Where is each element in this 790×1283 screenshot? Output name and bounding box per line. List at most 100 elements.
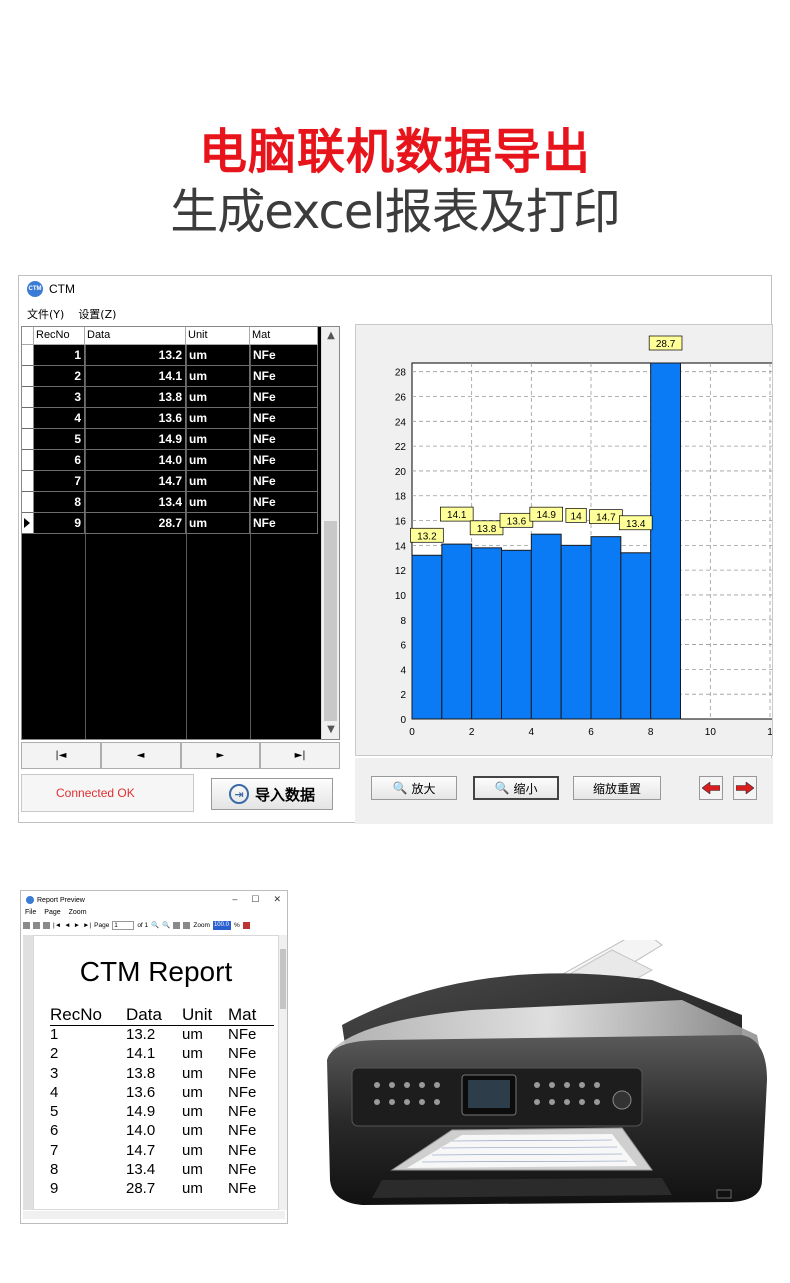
cell-unit[interactable]: um [186, 387, 250, 408]
cell-mat[interactable]: NFe [250, 513, 318, 534]
close-icon[interactable]: ✕ [273, 894, 281, 905]
cell-unit[interactable]: um [186, 366, 250, 387]
cell-mat[interactable]: NFe [250, 408, 318, 429]
zoom-out-button[interactable]: 🔍 缩小 [473, 776, 559, 800]
bar [471, 547, 502, 720]
table-row[interactable]: 9 28.7 um NFe [22, 513, 318, 534]
cell-recno[interactable]: 1 [34, 345, 85, 366]
cell-mat[interactable]: NFe [250, 345, 318, 366]
row-indicator[interactable] [22, 429, 34, 450]
cell-mat[interactable]: NFe [250, 387, 318, 408]
row-indicator[interactable] [22, 408, 34, 429]
cell-unit[interactable]: um [186, 429, 250, 450]
zoom-input[interactable]: 100.0 [212, 920, 231, 930]
table-row[interactable]: 7 14.7 um NFe [22, 471, 318, 492]
first-record-button[interactable]: |◄ [21, 742, 101, 769]
scroll-down-icon[interactable]: ▼ [322, 721, 339, 739]
fit-page-icon[interactable] [183, 921, 191, 929]
cell-recno[interactable]: 9 [34, 513, 85, 534]
bar [441, 543, 473, 720]
table-row[interactable]: 6 14.0 um NFe [22, 450, 318, 471]
nav-first-icon[interactable]: |◄ [53, 922, 61, 929]
report-menu-page[interactable]: Page [44, 909, 60, 916]
row-indicator[interactable] [22, 492, 34, 513]
cell-mat[interactable]: NFe [250, 429, 318, 450]
cell-data[interactable]: 14.9 [85, 429, 186, 450]
row-indicator[interactable] [22, 450, 34, 471]
cell-data[interactable]: 13.6 [85, 408, 186, 429]
cell-data[interactable]: 13.4 [85, 492, 186, 513]
report-vscroll[interactable] [279, 935, 287, 1210]
report-hscroll[interactable] [23, 1211, 285, 1219]
cell-recno[interactable]: 2 [34, 366, 85, 387]
cell-data[interactable]: 13.2 [85, 345, 186, 366]
report-menu-zoom[interactable]: Zoom [69, 909, 87, 916]
zoom-in-small-icon[interactable]: 🔍 [151, 921, 159, 929]
import-data-button[interactable]: ⇥ 导入数据 [211, 778, 333, 810]
cell-unit[interactable]: um [186, 471, 250, 492]
cell-data[interactable]: 13.8 [85, 387, 186, 408]
print-icon[interactable] [43, 921, 50, 929]
nav-prev-icon[interactable]: ◄ [64, 922, 70, 929]
next-record-button[interactable]: ► [180, 742, 261, 769]
table-row[interactable]: 5 14.9 um NFe [22, 429, 318, 450]
data-grid[interactable]: RecNo Data Unit Mat 1 13.2 um NFe 2 14.1 um NFe… [21, 326, 340, 740]
zoom-out-small-icon[interactable]: 🔍 [162, 921, 170, 929]
row-indicator[interactable] [22, 345, 34, 366]
table-row[interactable]: 8 13.4 um NFe [22, 492, 318, 513]
cell-mat[interactable]: NFe [250, 492, 318, 513]
nav-last-icon[interactable]: ►| [83, 922, 91, 929]
cell-recno[interactable]: 7 [34, 471, 85, 492]
cell-unit[interactable]: um [186, 492, 250, 513]
zoom-in-button[interactable]: 🔍 放大 [371, 776, 457, 800]
cell-recno[interactable]: 5 [34, 429, 85, 450]
open-icon[interactable] [23, 921, 30, 929]
scroll-up-icon[interactable]: ▲ [322, 327, 339, 345]
cell-unit[interactable]: um [186, 408, 250, 429]
table-row[interactable]: 4 13.6 um NFe [22, 408, 318, 429]
minimize-icon[interactable]: – [232, 894, 237, 905]
nav-next-icon[interactable]: ► [74, 922, 80, 929]
report-menu-file[interactable]: File [25, 909, 36, 916]
prev-record-button[interactable]: ◄ [100, 742, 181, 769]
cell-data[interactable]: 28.7 [85, 513, 186, 534]
cell-data[interactable]: 14.1 [85, 366, 186, 387]
report-vscroll-thumb[interactable] [280, 949, 286, 1009]
scroll-left-button[interactable] [699, 776, 723, 800]
col-header-recno[interactable]: RecNo [34, 327, 85, 345]
cell-data[interactable]: 14.7 [85, 471, 186, 492]
cell-recno[interactable]: 4 [34, 408, 85, 429]
maximize-icon[interactable]: ☐ [251, 894, 259, 905]
col-header-data[interactable]: Data [85, 327, 186, 345]
scroll-thumb[interactable] [324, 521, 337, 721]
col-header-unit[interactable]: Unit [186, 327, 250, 345]
cell-unit[interactable]: um [186, 513, 250, 534]
menu-file[interactable]: 文件(Y) [27, 306, 64, 322]
cell-unit[interactable]: um [186, 345, 250, 366]
scroll-right-button[interactable] [733, 776, 757, 800]
cell-recno[interactable]: 6 [34, 450, 85, 471]
table-row[interactable]: 1 13.2 um NFe [22, 345, 318, 366]
fit-width-icon[interactable] [173, 921, 181, 929]
row-indicator[interactable] [22, 366, 34, 387]
cell-mat[interactable]: NFe [250, 471, 318, 492]
table-row[interactable]: 2 14.1 um NFe [22, 366, 318, 387]
last-record-button[interactable]: ►| [260, 742, 340, 769]
col-header-mat[interactable]: Mat [250, 327, 318, 345]
close-preview-icon[interactable] [242, 921, 250, 929]
page-input[interactable]: 1 [112, 920, 135, 930]
row-indicator[interactable] [22, 513, 34, 534]
cell-mat[interactable]: NFe [250, 450, 318, 471]
row-indicator[interactable] [22, 471, 34, 492]
cell-unit[interactable]: um [186, 450, 250, 471]
zoom-reset-button[interactable]: 缩放重置 [573, 776, 661, 800]
cell-data[interactable]: 14.0 [85, 450, 186, 471]
grid-scrollbar[interactable]: ▲ ▼ [321, 327, 339, 739]
cell-mat[interactable]: NFe [250, 366, 318, 387]
table-row[interactable]: 3 13.8 um NFe [22, 387, 318, 408]
menu-settings[interactable]: 设置(Z) [78, 306, 116, 322]
cell-recno[interactable]: 3 [34, 387, 85, 408]
save-icon[interactable] [33, 921, 40, 929]
row-indicator[interactable] [22, 387, 34, 408]
cell-recno[interactable]: 8 [34, 492, 85, 513]
